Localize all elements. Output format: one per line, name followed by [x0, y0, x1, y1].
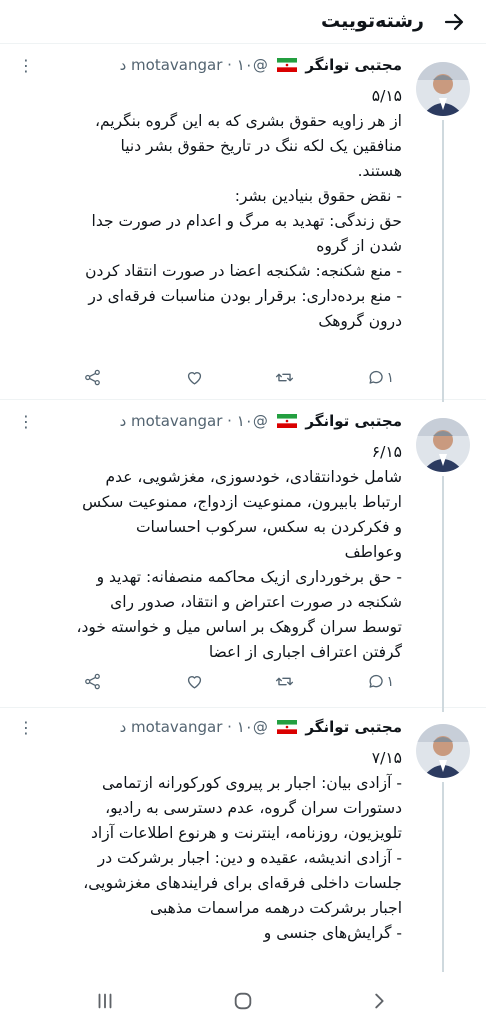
text-line: جلسات داخلی فرقه‌ای برای فرایندهای مغزشو… [83, 874, 402, 892]
tweet-header: مجتبی توانگر @motavangar · ۱۰ د [120, 56, 402, 80]
text-line: و فکرکردن به سکس، سرکوب احساسات وعواطف [135, 518, 402, 561]
text-line: اجبار برشرکت درهمه مراسمات مذهبی [150, 899, 402, 917]
tweet-counter: ۶/۱۵ [371, 443, 402, 461]
back-arrow-icon[interactable] [440, 8, 468, 36]
home-icon[interactable] [230, 988, 256, 1014]
page-title: رشته‌توییت [321, 10, 424, 32]
text-line: درون گروهک [318, 312, 402, 330]
reply-icon [369, 674, 384, 688]
like-button[interactable] [185, 368, 204, 387]
share-icon [85, 673, 100, 690]
reply-count: ۱ [386, 673, 394, 690]
tweet[interactable]: ⋮ مجتبی توانگر @motavangar · ۱۰ د ۵/۱۵ ا… [0, 52, 486, 402]
text-line: هستند. [357, 162, 402, 180]
tweet-text: ۷/۱۵ - آزادی بیان: اجبار بر پیروی کورکور… [74, 746, 402, 946]
text-line: منافقین یک لکه ننگ در تاریخ حقوق بشر دنی… [120, 137, 402, 155]
text-line: شدن از گروه [316, 237, 402, 255]
text-line: - حق برخورداری ازیک محاکمه منصفانه: تهدی… [96, 568, 402, 586]
display-name[interactable]: مجتبی توانگر [305, 56, 402, 74]
text-line: - منع برده‌داری: برقرار بودن مناسبات فرق… [88, 287, 402, 305]
reply-icon [369, 370, 384, 384]
system-navigation-bar [0, 972, 486, 1028]
thread-connector [442, 782, 444, 972]
text-line: - گرایش‌های جنسی و [263, 924, 402, 942]
more-options-icon[interactable]: ⋮ [18, 412, 34, 431]
thread-connector [442, 476, 444, 712]
text-line: تلویزیون، روزنامه، اینترنت و هرنوع اطلاع… [91, 824, 402, 842]
avatar[interactable] [416, 62, 470, 116]
heart-icon [187, 372, 202, 385]
reply-count: ۱ [386, 369, 394, 386]
like-button[interactable] [185, 672, 204, 691]
avatar[interactable] [416, 418, 470, 472]
retweet-button[interactable] [275, 368, 294, 387]
thread-connector [442, 120, 444, 402]
avatar[interactable] [416, 724, 470, 778]
text-line: شامل خودانتقادی، خودسوزی، مغزشویی، عدم [105, 468, 403, 486]
tweet-actions: ۱ [74, 368, 402, 392]
heart-icon [187, 676, 202, 689]
tweet-counter: ۷/۱۵ [371, 749, 402, 767]
iran-flag-icon [276, 58, 297, 72]
more-options-icon[interactable]: ⋮ [18, 718, 34, 737]
text-line: گرفتن اعتراف اجباری از اعضا [208, 643, 402, 661]
text-line: - آزادی اندیشه، عقیده و دین: اجبار برشرک… [97, 849, 402, 867]
display-name[interactable]: مجتبی توانگر [305, 412, 402, 430]
share-button[interactable] [83, 672, 102, 691]
text-line: از هر زاویه حقوق بشری که به این گروه بنگ… [94, 112, 402, 130]
share-button[interactable] [83, 368, 102, 387]
share-icon [85, 369, 100, 386]
tweet-actions: ۱ [74, 672, 402, 696]
text-line: توسط سران گروهک بر اساس میل و خواسته خود… [76, 618, 403, 636]
tweet-header: مجتبی توانگر @motavangar · ۱۰ د [120, 412, 402, 436]
text-line: - آزادی بیان: اجبار بر پیروی کورکورانه ا… [101, 774, 402, 792]
text-line: - منع شکنجه: شکنجه اعضا در صورت انتقاد ک… [85, 262, 402, 280]
tweet-counter: ۵/۱۵ [371, 87, 402, 105]
reply-button[interactable]: ۱ [367, 368, 402, 387]
iran-flag-icon [276, 720, 297, 734]
reply-button[interactable]: ۱ [367, 672, 402, 691]
back-chevron-icon[interactable] [366, 988, 392, 1014]
app-header: رشته‌توییت [0, 0, 486, 44]
tweet[interactable]: ⋮ مجتبی توانگر @motavangar · ۱۰ د ۷/۱۵ -… [0, 714, 486, 972]
display-name[interactable]: مجتبی توانگر [305, 718, 402, 736]
retweet-button[interactable] [275, 672, 294, 691]
text-line: شکنجه در صورت اعتراض و انتقاد، صدور رای [110, 593, 402, 611]
iran-flag-icon [276, 414, 297, 428]
more-options-icon[interactable]: ⋮ [18, 56, 34, 75]
text-line: - نقض حقوق بنیادین بشر: [234, 187, 402, 205]
tweet[interactable]: ⋮ مجتبی توانگر @motavangar · ۱۰ د ۶/۱۵ ش… [0, 408, 486, 712]
tweet-text: ۵/۱۵ از هر زاویه حقوق بشری که به این گرو… [74, 84, 402, 334]
recent-apps-icon[interactable] [92, 988, 118, 1014]
tweet-text: ۶/۱۵ شامل خودانتقادی، خودسوزی، مغزشویی، … [74, 440, 403, 665]
retweet-icon [275, 677, 294, 686]
text-line: دستورات سران گروه، عدم دسترسی به رادیو، [105, 799, 402, 817]
text-line: حق زندگی: تهدید به مرگ و اعدام در صورت ج… [91, 212, 402, 230]
text-line: ارتباط بابیرون، ممنوعیت ازدواج، ممنوعیت … [82, 493, 402, 511]
retweet-icon [275, 373, 294, 382]
tweet-header: مجتبی توانگر @motavangar · ۱۰ د [120, 718, 402, 742]
